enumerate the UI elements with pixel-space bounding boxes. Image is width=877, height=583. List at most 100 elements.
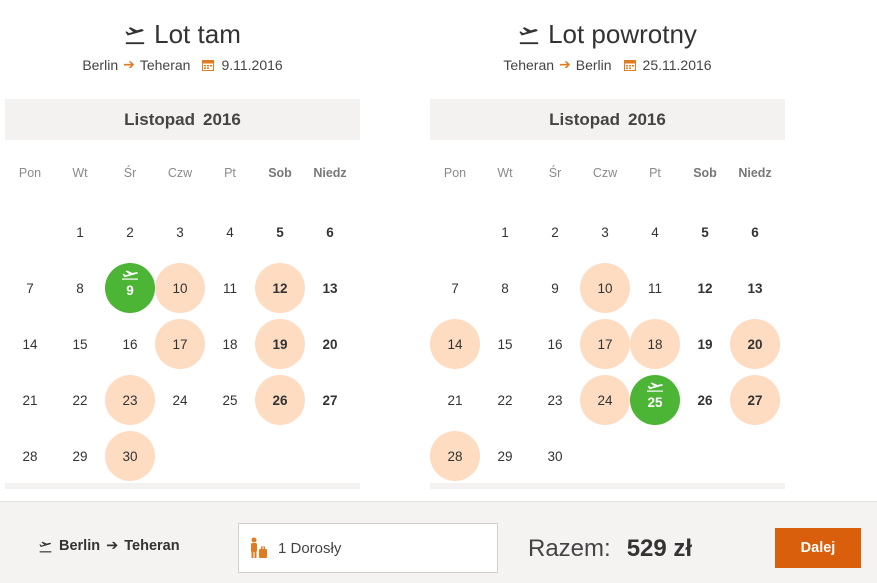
weekday-header: Pt [224, 166, 236, 180]
day-cell: 7 [430, 260, 480, 316]
selected-day[interactable]: 9 [105, 263, 155, 313]
weekday-header: Pon [18, 166, 42, 180]
day-cell: 30 [105, 428, 155, 484]
day-cell: 11 [205, 260, 255, 316]
day: 11 [647, 280, 662, 296]
return-title-text: Lot powrotny [548, 19, 697, 49]
weekday-header: Sob [268, 166, 292, 180]
day-cell: 10 [580, 260, 630, 316]
passenger-selector[interactable]: 1 Dorosły [238, 523, 498, 573]
day-cell: 6 [730, 204, 780, 260]
day: 28 [22, 448, 38, 464]
outbound-month-bar: Listopad 2016 [5, 99, 360, 140]
day-cell: 16 [105, 316, 155, 372]
calendar-icon [623, 59, 636, 71]
return-calendar-grid: Pon Wt Śr Czw Pt Sob Niedz 1 2 3 4 5 6 7 8 9 10 11 12 13 14 1… [430, 140, 780, 484]
day: 22 [497, 392, 513, 408]
plane-takeoff-icon [39, 541, 52, 553]
selected-day[interactable]: 25 [630, 375, 680, 425]
available-day[interactable]: 27 [730, 375, 780, 425]
day: 7 [451, 280, 459, 296]
total-label: Razem: [528, 535, 611, 562]
weekday-header: Czw [167, 166, 193, 180]
available-day[interactable]: 28 [430, 431, 480, 481]
day-cell: 16 [530, 316, 580, 372]
plane-takeoff-icon [125, 27, 145, 45]
day-cell: 14 [5, 316, 55, 372]
day-cell: 12 [680, 260, 730, 316]
footer-route: Berlin ➔ Teheran [38, 538, 180, 554]
day: 9 [551, 280, 559, 296]
day-cell: 22 [480, 372, 530, 428]
day-cell: 25 [630, 372, 680, 428]
day-cell: 23 [105, 372, 155, 428]
day-cell: 2 [530, 204, 580, 260]
day: 2 [551, 224, 559, 240]
footer-route-arrow: ➔ [106, 538, 119, 554]
day-cell: 28 [5, 428, 55, 484]
arrow-right-icon: ➔ [559, 56, 571, 72]
day-cell: 6 [305, 204, 355, 260]
available-day[interactable]: 24 [580, 375, 630, 425]
day-cell: 9 [530, 260, 580, 316]
weekday-header: Śr [123, 166, 137, 180]
available-day[interactable]: 20 [730, 319, 780, 369]
return-header: Lot powrotny Teheran ➔ Berlin 25.11.2016 [430, 0, 785, 99]
outbound-header: Lot tam Berlin ➔ Teheran 9.11.2016 [5, 0, 360, 99]
available-day[interactable]: 17 [155, 319, 205, 369]
day: 20 [322, 336, 338, 352]
booking-footer: Berlin ➔ Teheran 1 Dorosły Razem: 529 zł… [0, 501, 877, 583]
day-cell: 19 [680, 316, 730, 372]
day: 14 [22, 336, 38, 352]
day-cell: 28 [430, 428, 480, 484]
day-cell: 21 [430, 372, 480, 428]
day-cell: 2 [105, 204, 155, 260]
footer-route-from: Berlin [59, 538, 101, 554]
day-cell: 3 [155, 204, 205, 260]
available-day[interactable]: 18 [630, 319, 680, 369]
weekday-header: Niedz [738, 166, 772, 180]
day: 5 [701, 224, 709, 240]
weekday-header: Wt [72, 166, 88, 180]
available-day[interactable]: 12 [255, 263, 305, 313]
price-total: Razem: 529 zł [528, 535, 692, 563]
available-day[interactable]: 19 [255, 319, 305, 369]
weekday-header: Pt [649, 166, 661, 180]
day: 15 [497, 336, 513, 352]
day: 8 [76, 280, 84, 296]
available-day[interactable]: 23 [105, 375, 155, 425]
available-day[interactable]: 30 [105, 431, 155, 481]
day-cell: 19 [255, 316, 305, 372]
day-number: 25 [647, 394, 663, 410]
day-cell: 25 [205, 372, 255, 428]
calendar-icon [202, 59, 215, 71]
day: 23 [547, 392, 563, 408]
day: 7 [26, 280, 34, 296]
empty-cell [430, 204, 480, 260]
available-day[interactable]: 10 [580, 263, 630, 313]
available-day[interactable]: 10 [155, 263, 205, 313]
day: 21 [447, 392, 463, 408]
day-cell: 13 [730, 260, 780, 316]
day-cell: 3 [580, 204, 630, 260]
total-amount: 529 zł [626, 535, 693, 562]
day: 18 [222, 336, 238, 352]
available-day[interactable]: 14 [430, 319, 480, 369]
day-cell: 18 [630, 316, 680, 372]
day: 1 [501, 224, 509, 240]
day: 29 [72, 448, 88, 464]
day-cell: 24 [580, 372, 630, 428]
available-day[interactable]: 17 [580, 319, 630, 369]
day-cell: 15 [55, 316, 105, 372]
next-button[interactable]: Dalej [775, 528, 861, 568]
footer-route-to: Teheran [124, 538, 180, 554]
day-cell: 4 [205, 204, 255, 260]
return-from: Teheran [503, 56, 555, 73]
day: 4 [226, 224, 234, 240]
day: 16 [547, 336, 563, 352]
day: 13 [322, 280, 338, 296]
available-day[interactable]: 26 [255, 375, 305, 425]
return-date: 25.11.2016 [642, 56, 712, 73]
day-cell: 11 [630, 260, 680, 316]
outbound-date: 9.11.2016 [221, 56, 283, 73]
